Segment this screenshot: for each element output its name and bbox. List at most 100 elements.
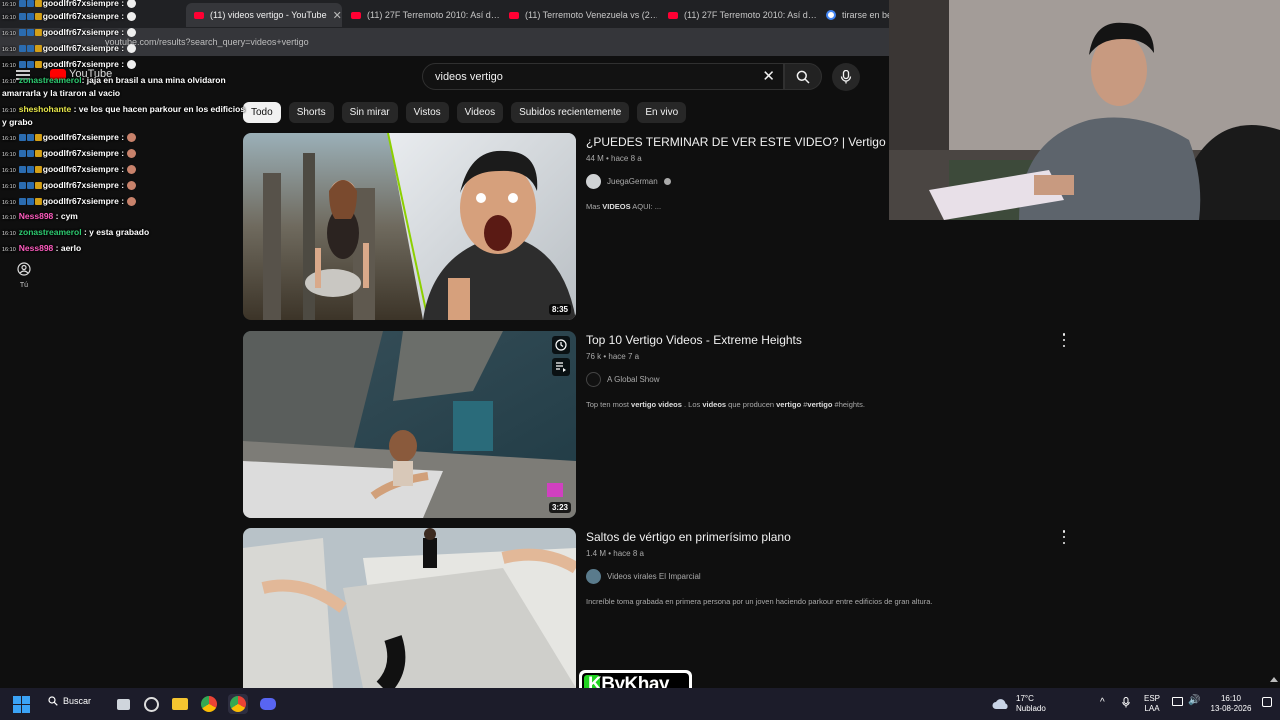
microphone-tray-icon[interactable]: [1122, 697, 1130, 711]
channel-avatar[interactable]: [586, 372, 601, 387]
taskbar-search[interactable]: Buscar: [48, 696, 91, 706]
windows-taskbar: Buscar 17°C Nublado ^ ESP LAA 🔊 16:10 13…: [0, 688, 1280, 720]
video-duration: 8:35: [548, 304, 571, 315]
channel-avatar[interactable]: [586, 569, 601, 584]
language-code: ESP: [1144, 694, 1161, 703]
video-thumbnail[interactable]: 8:35: [243, 133, 576, 320]
chrome-icon[interactable]: [199, 694, 219, 714]
chrome-active-icon[interactable]: [228, 694, 248, 714]
thumbnail-image: [243, 133, 576, 320]
video-result[interactable]: 3:23 Top 10 Vertigo Videos - Extreme Hei…: [243, 331, 1073, 518]
verified-icon: [663, 178, 671, 185]
chip-shorts[interactable]: Shorts: [288, 102, 334, 123]
chat-message: 16:10 goodlfr67xsiempre :: [2, 132, 137, 144]
video-duration: 3:23: [548, 502, 571, 513]
browser-tab[interactable]: (11) 27F Terremoto 2010: Así d… ✕: [660, 3, 816, 27]
webcam-overlay: [889, 0, 1280, 220]
video-thumbnail[interactable]: 3:23: [243, 331, 576, 518]
browser-tab[interactable]: (11) Terremoto Venezuela vs (2… ✕: [501, 3, 657, 27]
chat-message: 16:10 goodlfr67xsiempre :: [2, 164, 137, 176]
network-icon[interactable]: [1172, 697, 1183, 706]
search-icon: [48, 696, 58, 706]
youtube-favicon-icon: [351, 11, 361, 19]
browser-tab[interactable]: (11) videos vertigo - YouTube ✕: [186, 3, 342, 27]
chip-unwatched[interactable]: Sin mirar: [341, 102, 398, 123]
file-explorer-icon[interactable]: [170, 694, 190, 714]
channel-name[interactable]: A Global Show: [607, 375, 659, 384]
chat-message: 16:10 goodlfr67xsiempre :: [2, 43, 137, 55]
chat-message: 16:10 goodlfr67xsiempre :: [2, 11, 137, 23]
hover-actions: [552, 336, 570, 376]
notifications-icon[interactable]: [1262, 697, 1272, 707]
chat-message: 16:10 goodlfr67xsiempre :: [2, 0, 137, 10]
tab-label: tirarse en ber: [842, 10, 890, 20]
channel-name[interactable]: JuegaGerman: [607, 177, 658, 186]
weather-temperature: 17°C: [1016, 694, 1034, 703]
search-query: videos vertigo: [435, 70, 503, 83]
chat-message: 16:10 zonastreamerol: jaja en brasil a un…: [2, 75, 226, 85]
video-thumbnail[interactable]: [243, 528, 576, 688]
weather-description: Nublado: [1016, 704, 1046, 713]
task-view-icon[interactable]: [113, 694, 133, 714]
tab-label: (11) Terremoto Venezuela vs (2…: [525, 10, 657, 20]
microphone-icon: [840, 70, 852, 84]
browser-tab[interactable]: tirarse en ber: [818, 3, 890, 27]
tray-overflow-icon[interactable]: ^: [1100, 698, 1105, 708]
more-actions-icon[interactable]: [1060, 530, 1068, 544]
video-info: Saltos de vértigo en primerísimo plano 1…: [586, 530, 1066, 606]
chat-message: 16:10 zonastreamerol : y esta grabado: [2, 227, 150, 237]
browser-tab[interactable]: (11) 27F Terremoto 2010: Así d… ✕: [343, 3, 499, 27]
filter-chips: Todo Shorts Sin mirar Vistos Videos Subi…: [243, 102, 687, 123]
search-input[interactable]: videos vertigo ✕: [422, 63, 784, 90]
guide-item-label: Tú: [19, 282, 29, 289]
youtube-favicon-icon: [668, 11, 678, 19]
close-tab-icon[interactable]: ✕: [333, 9, 342, 22]
weather-widget[interactable]: 17°C Nublado: [992, 694, 1046, 714]
channel-row[interactable]: A Global Show: [586, 372, 1066, 387]
video-result[interactable]: Saltos de vértigo en primerísimo plano 1…: [243, 528, 1073, 688]
tab-label: (11) 27F Terremoto 2010: Así d…: [367, 10, 499, 20]
google-favicon-icon: [826, 10, 836, 20]
video-title[interactable]: Top 10 Vertigo Videos - Extreme Heights: [586, 333, 1066, 347]
youtube-favicon-icon: [194, 11, 204, 19]
obs-app-icon[interactable]: [141, 694, 161, 714]
guide-item-you[interactable]: Tú: [10, 262, 38, 289]
chat-message: 16:10 Ness898 : cym: [2, 211, 78, 221]
channel-name[interactable]: Videos virales El Imparcial: [607, 572, 701, 581]
search-icon: [796, 70, 810, 84]
chip-videos[interactable]: Videos: [456, 102, 504, 123]
thumbnail-image: [243, 528, 576, 688]
video-title[interactable]: Saltos de vértigo en primerísimo plano: [586, 530, 1066, 544]
chat-message: 16:10 goodlfr67xsiempre :: [2, 27, 137, 39]
system-clock[interactable]: 16:10 13-08-2026: [1208, 694, 1254, 714]
chip-recently-uploaded[interactable]: Subidos recientemente: [511, 102, 630, 123]
video-meta: 1.4 M • hace 8 a: [586, 549, 644, 558]
watch-later-icon[interactable]: [552, 336, 570, 354]
add-to-queue-icon[interactable]: [552, 358, 570, 376]
channel-avatar[interactable]: [586, 174, 601, 189]
tab-label: (11) videos vertigo - YouTube: [210, 10, 327, 20]
chip-all[interactable]: Todo: [243, 102, 281, 123]
webcam-image: [889, 0, 1280, 220]
clear-search-icon[interactable]: ✕: [762, 67, 775, 85]
windows-start-icon[interactable]: [13, 696, 30, 713]
tab-label: (11) 27F Terremoto 2010: Así d…: [684, 10, 816, 20]
channel-row[interactable]: Videos virales El Imparcial: [586, 569, 1066, 584]
chip-watched[interactable]: Vistos: [405, 102, 449, 123]
volume-icon[interactable]: 🔊: [1188, 696, 1200, 706]
chat-message: 16:10 goodlfr67xsiempre :: [2, 180, 137, 192]
search-button[interactable]: [784, 63, 822, 90]
more-actions-icon[interactable]: [1060, 333, 1068, 347]
language-indicator[interactable]: ESP LAA: [1144, 694, 1160, 714]
discord-icon[interactable]: [258, 694, 278, 714]
chat-message: 16:10 goodlfr67xsiempre :: [2, 148, 137, 160]
voice-search-button[interactable]: [832, 63, 860, 91]
thumbnail-image: [243, 331, 576, 518]
chat-message: 16:10 sheshohante : ve los que hacen park…: [2, 104, 246, 114]
video-meta: 76 k • hace 7 a: [586, 352, 640, 361]
chat-message: 16:10 goodlfr67xsiempre :: [2, 59, 137, 71]
chat-message: 16:10 goodlfr67xsiempre :: [2, 196, 137, 208]
scroll-up-arrow-icon[interactable]: [1270, 677, 1278, 682]
chat-message: y grabo: [2, 117, 33, 127]
chip-live[interactable]: En vivo: [637, 102, 687, 123]
